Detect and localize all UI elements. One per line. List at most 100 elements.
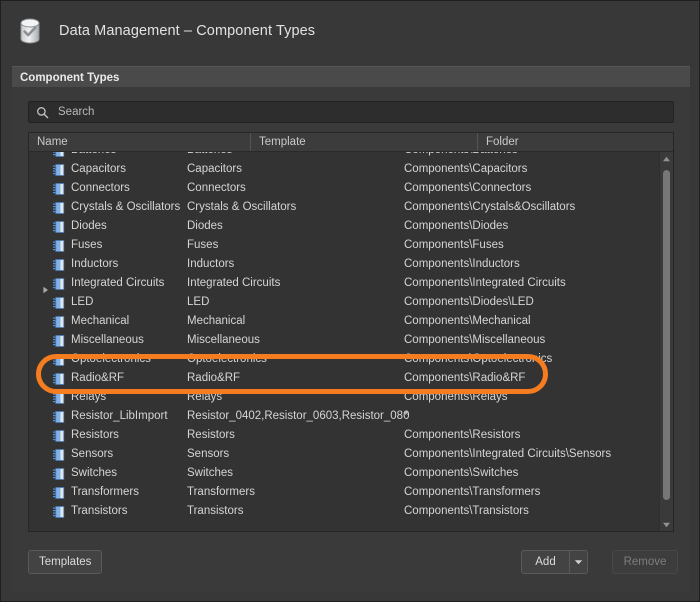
cell-template-text: Crystals & Oscillators — [187, 198, 409, 217]
cell-folder-text: Components\Diodes — [404, 217, 659, 236]
component-chip-icon — [52, 505, 66, 519]
component-chip-icon — [52, 448, 66, 462]
cell-folder-text: Components\Fuses — [404, 236, 659, 255]
component-chip-icon — [52, 429, 66, 443]
grid-body: BatteriesBatteriesComponents\BatteriesCa… — [29, 152, 673, 531]
search-input[interactable] — [56, 105, 673, 119]
grid-header-row: Name Template Folder — [29, 133, 673, 152]
cell-template-text: Transistors — [187, 502, 409, 521]
component-chip-icon — [52, 277, 66, 291]
cell-template-text: Diodes — [187, 217, 409, 236]
cell-folder-text: Components\Transistors — [404, 502, 659, 521]
cell-template-text: Sensors — [187, 445, 409, 464]
component-chip-icon — [52, 372, 66, 386]
table-row[interactable]: Crystals & OscillatorsCrystals & Oscilla… — [29, 198, 659, 217]
window-title: Data Management – Component Types — [59, 23, 315, 39]
cell-template-text: LED — [187, 293, 409, 312]
table-row[interactable]: Radio&RFRadio&RFComponents\Radio&RF — [29, 369, 659, 388]
vertical-scrollbar[interactable] — [659, 152, 673, 531]
table-row[interactable]: FusesFusesComponents\Fuses — [29, 236, 659, 255]
templates-button[interactable]: Templates — [28, 550, 102, 574]
table-row[interactable]: Integrated CircuitsIntegrated CircuitsCo… — [29, 274, 659, 293]
cell-folder-text: Components\Inductors — [404, 255, 659, 274]
component-chip-icon — [52, 334, 66, 348]
table-row[interactable]: OptoelectronicsOptoelectronicsComponents… — [29, 350, 659, 369]
cell-template-text: Resistor_0402,Resistor_0603,Resistor_080… — [187, 407, 409, 426]
data-management-window: Data Management – Component Types Compon… — [0, 0, 700, 602]
cell-template-text: Inductors — [187, 255, 409, 274]
cell-folder-text: Components\Integrated Circuits\Sensors — [404, 445, 659, 464]
table-row[interactable]: DiodesDiodesComponents\Diodes — [29, 217, 659, 236]
cell-folder-text: Components\Diodes\LED — [404, 293, 659, 312]
table-row[interactable]: BatteriesBatteriesComponents\Batteries — [29, 152, 659, 160]
component-chip-icon — [52, 296, 66, 310]
cell-folder-text: Components\Resistors — [404, 426, 659, 445]
chevron-down-icon[interactable] — [570, 551, 587, 573]
component-chip-icon — [52, 220, 66, 234]
cell-template-text: Miscellaneous — [187, 331, 409, 350]
cell-folder-text: Components\Batteries — [404, 152, 659, 160]
cell-template-text: Resistors — [187, 426, 409, 445]
component-chip-icon — [52, 182, 66, 196]
cell-template-text: Integrated Circuits — [187, 274, 409, 293]
cell-template-text: Batteries — [187, 152, 409, 160]
cell-folder-text: Components\Capacitors — [404, 160, 659, 179]
component-chip-icon — [52, 467, 66, 481]
component-chip-icon — [52, 239, 66, 253]
column-header-template[interactable]: Template — [250, 133, 477, 151]
cell-folder-text: * — [404, 407, 659, 426]
table-row[interactable]: ConnectorsConnectorsComponents\Connector… — [29, 179, 659, 198]
search-row — [28, 101, 674, 123]
table-row[interactable]: MiscellaneousMiscellaneousComponents\Mis… — [29, 331, 659, 350]
cell-folder-text: Components\Switches — [404, 464, 659, 483]
cell-template-text: Switches — [187, 464, 409, 483]
component-chip-icon — [52, 315, 66, 329]
cell-folder-text: Components\Integrated Circuits — [404, 274, 659, 293]
table-row[interactable]: MechanicalMechanicalComponents\Mechanica… — [29, 312, 659, 331]
cell-template-text: Radio&RF — [187, 369, 409, 388]
table-row[interactable]: Resistor_LibImportResistor_0402,Resistor… — [29, 407, 659, 426]
table-row[interactable]: CapacitorsCapacitorsComponents\Capacitor… — [29, 160, 659, 179]
component-chip-icon — [52, 410, 66, 424]
table-row[interactable]: InductorsInductorsComponents\Inductors — [29, 255, 659, 274]
database-check-icon — [15, 15, 45, 47]
remove-button[interactable]: Remove — [612, 550, 678, 574]
cell-folder-text: Components\Optoelectronics — [404, 350, 659, 369]
component-chip-icon — [52, 201, 66, 215]
add-button[interactable]: Add — [522, 551, 570, 573]
table-row[interactable]: TransformersTransformersComponents\Trans… — [29, 483, 659, 502]
component-types-grid: Name Template Folder BatteriesBatteriesC… — [28, 132, 674, 532]
table-row[interactable]: TransistorsTransistorsComponents\Transis… — [29, 502, 659, 521]
table-row[interactable]: LEDLEDComponents\Diodes\LED — [29, 293, 659, 312]
component-chip-icon — [52, 391, 66, 405]
cell-template-text: Optoelectronics — [187, 350, 409, 369]
tab-component-types[interactable]: Component Types — [12, 67, 131, 88]
component-types-panel: Name Template Folder BatteriesBatteriesC… — [12, 87, 690, 591]
cell-template-text: Connectors — [187, 179, 409, 198]
cell-folder-text: Components\Crystals&Oscillators — [404, 198, 659, 217]
table-row[interactable]: SwitchesSwitchesComponents\Switches — [29, 464, 659, 483]
triangle-down-icon[interactable] — [660, 518, 673, 531]
table-row[interactable]: RelaysRelaysComponents\Relays — [29, 388, 659, 407]
cell-template-text: Capacitors — [187, 160, 409, 179]
scrollbar-thumb[interactable] — [663, 170, 670, 500]
cell-template-text: Transformers — [187, 483, 409, 502]
component-chip-icon — [52, 163, 66, 177]
component-chip-icon — [52, 353, 66, 367]
component-chip-icon — [52, 486, 66, 500]
grid-rows: BatteriesBatteriesComponents\BatteriesCa… — [29, 152, 659, 521]
search-box[interactable] — [28, 101, 674, 123]
cell-template-text: Relays — [187, 388, 409, 407]
table-row[interactable]: ResistorsResistorsComponents\Resistors — [29, 426, 659, 445]
grid-rows-viewport: BatteriesBatteriesComponents\BatteriesCa… — [29, 152, 659, 531]
add-split-button[interactable]: Add — [521, 550, 588, 574]
triangle-right-icon[interactable] — [42, 280, 49, 288]
tabstrip: Component Types — [12, 66, 690, 87]
triangle-up-icon[interactable] — [660, 152, 673, 165]
cell-folder-text: Components\Miscellaneous — [404, 331, 659, 350]
cell-folder-text: Components\Mechanical — [404, 312, 659, 331]
cell-folder-text: Components\Connectors — [404, 179, 659, 198]
table-row[interactable]: SensorsSensorsComponents\Integrated Circ… — [29, 445, 659, 464]
column-header-name[interactable]: Name — [29, 133, 250, 151]
column-header-folder[interactable]: Folder — [477, 133, 673, 151]
